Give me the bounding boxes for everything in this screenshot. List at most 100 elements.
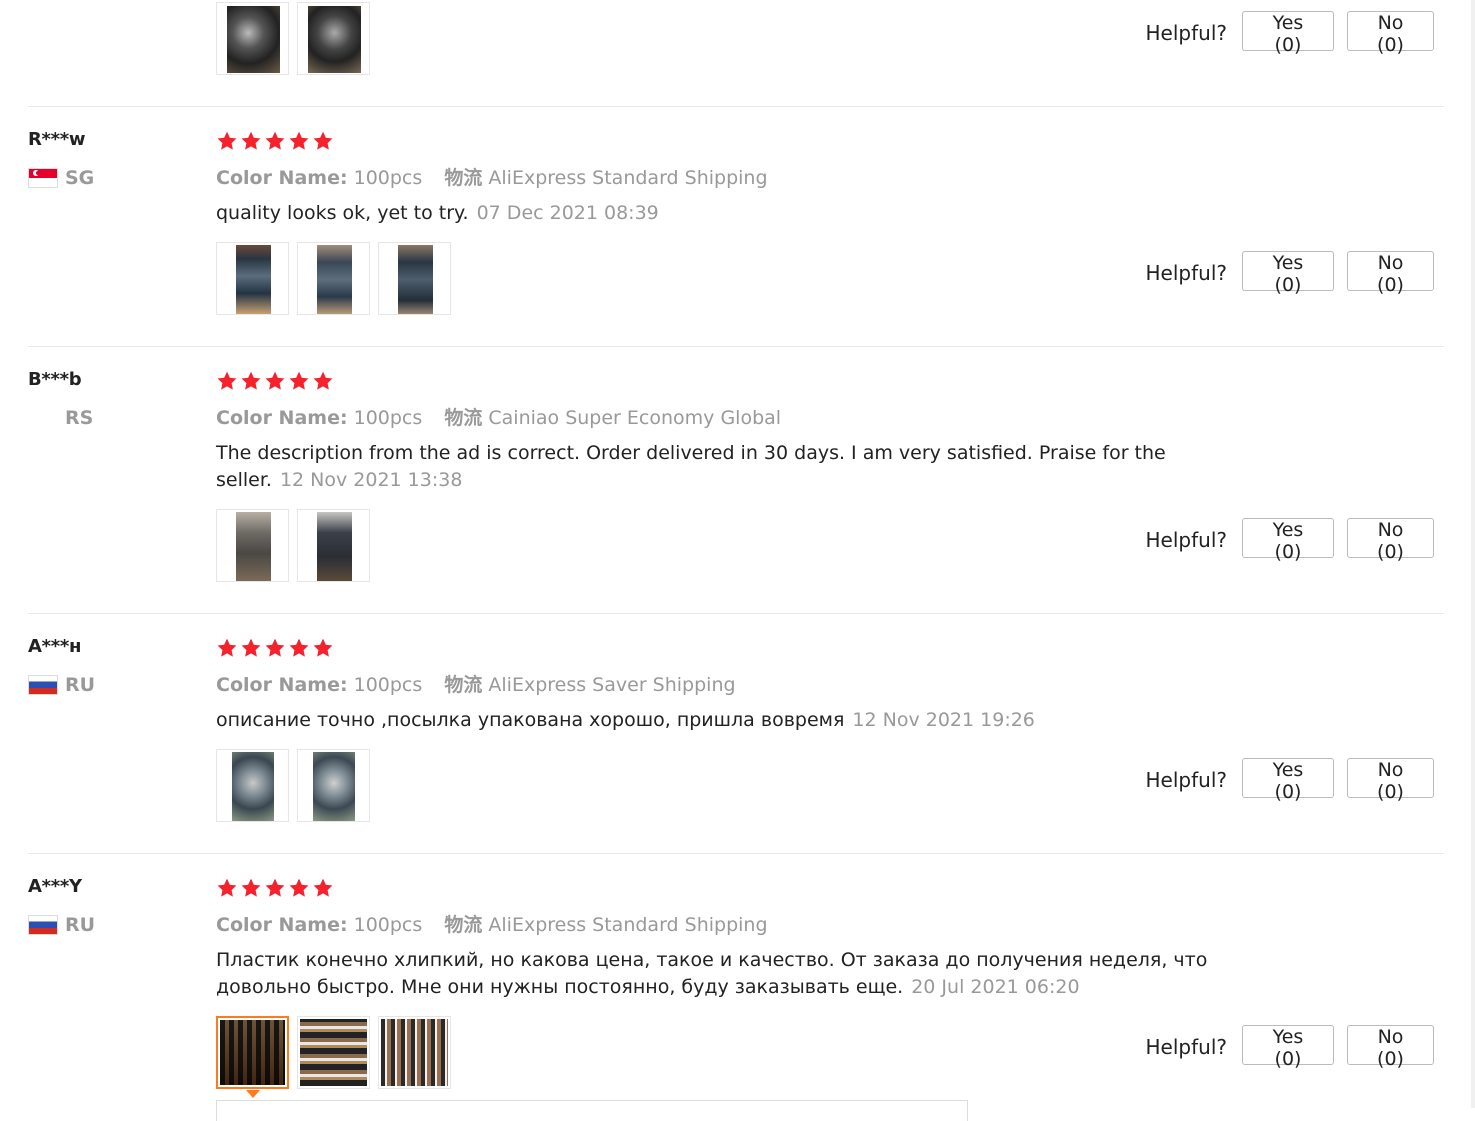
divider: [28, 853, 1444, 854]
helpful-yes-button[interactable]: Yes (0): [1242, 251, 1334, 296]
sg-flag-icon: [28, 168, 58, 188]
review-photo-thumb[interactable]: [216, 2, 289, 75]
review-meta: Color Name: 100pcs 物流 Cainiao Super Econ…: [216, 403, 781, 430]
shipping-value: AliExpress Standard Shipping: [488, 914, 768, 936]
review-body: описание точно ,посылка упакована хорошо…: [216, 709, 845, 731]
ru-flag-icon: [28, 915, 58, 935]
star-icon: [264, 877, 286, 899]
star-icon: [216, 877, 238, 899]
review-photos: [216, 1016, 451, 1098]
review-photos: [216, 242, 451, 315]
color-label: Color Name:: [216, 914, 348, 936]
helpful-no-button[interactable]: No (0): [1347, 1025, 1434, 1070]
star-icon: [288, 877, 310, 899]
divider: [28, 613, 1444, 614]
reviewer-country: RS: [28, 407, 93, 429]
star-icon: [240, 370, 262, 392]
star-icon: [240, 877, 262, 899]
helpful-row: Helpful? Yes (0) No (0): [1145, 11, 1434, 56]
review-photo-thumb[interactable]: [378, 242, 451, 315]
star-rating: [216, 637, 334, 659]
helpful-label: Helpful?: [1145, 768, 1227, 792]
scrollbar[interactable]: [1471, 0, 1475, 1108]
review-photo-thumb[interactable]: [297, 749, 370, 822]
review-date: 07 Dec 2021 08:39: [476, 202, 659, 224]
reviewer-name: B***b: [28, 369, 82, 390]
star-icon: [312, 130, 334, 152]
helpful-yes-button[interactable]: Yes (0): [1242, 11, 1334, 56]
shipping-value: AliExpress Standard Shipping: [488, 167, 768, 189]
star-icon: [264, 130, 286, 152]
review-photo-thumb[interactable]: [297, 2, 370, 75]
country-code: RU: [65, 674, 96, 696]
review-photos: [216, 749, 370, 822]
helpful-no-button[interactable]: No (0): [1347, 518, 1434, 563]
helpful-label: Helpful?: [1145, 528, 1227, 552]
shipping-label: 物流: [444, 674, 483, 696]
helpful-row: Helpful? Yes (0) No (0): [1146, 1025, 1434, 1070]
helpful-yes-button[interactable]: Yes (0): [1242, 518, 1334, 563]
star-icon: [240, 130, 262, 152]
color-value: 100pcs: [353, 167, 423, 189]
color-value: 100pcs: [353, 914, 423, 936]
star-rating: [216, 370, 334, 392]
divider: [28, 346, 1444, 347]
helpful-yes-button[interactable]: Yes (0): [1242, 1025, 1334, 1070]
reviewer-country: RU: [28, 914, 95, 936]
helpful-no-button[interactable]: No (0): [1347, 11, 1434, 56]
star-icon: [288, 637, 310, 659]
shipping-label: 物流: [444, 407, 483, 429]
star-icon: [264, 370, 286, 392]
review-photo-thumb[interactable]: [216, 509, 289, 582]
shipping-value: AliExpress Saver Shipping: [488, 674, 736, 696]
review-date: 20 Jul 2021 06:20: [911, 976, 1080, 998]
helpful-row: Helpful? Yes (0) No (0): [1145, 518, 1434, 563]
reviewer-name: R***w: [28, 129, 86, 150]
shipping-label: 物流: [444, 167, 483, 189]
review-photos: [216, 509, 370, 582]
review-text: quality looks ok, yet to try. 07 Dec 2021…: [216, 200, 1256, 227]
star-rating: [216, 877, 334, 899]
star-icon: [240, 637, 262, 659]
review-photo-thumb[interactable]: [297, 1016, 370, 1089]
color-value: 100pcs: [353, 407, 423, 429]
helpful-row: Helpful? Yes (0) No (0): [1145, 758, 1434, 803]
photo-viewer-box: [216, 1100, 968, 1121]
color-label: Color Name:: [216, 167, 348, 189]
review-photo-thumb[interactable]: [297, 509, 370, 582]
helpful-row: Helpful? Yes (0) No (0): [1145, 251, 1434, 296]
shipping-label: 物流: [444, 914, 483, 936]
helpful-yes-button[interactable]: Yes (0): [1242, 758, 1334, 803]
star-icon: [288, 370, 310, 392]
star-icon: [288, 130, 310, 152]
reviewer-name: A***н: [28, 636, 82, 657]
helpful-no-button[interactable]: No (0): [1347, 251, 1434, 296]
review-body: quality looks ok, yet to try.: [216, 202, 469, 224]
star-icon: [216, 130, 238, 152]
country-code: RS: [65, 407, 94, 429]
divider: [28, 106, 1444, 107]
color-label: Color Name:: [216, 674, 348, 696]
ru-flag-icon: [28, 675, 58, 695]
color-label: Color Name:: [216, 407, 348, 429]
review-date: 12 Nov 2021 13:38: [279, 469, 463, 491]
review-photo-thumb[interactable]: [378, 1016, 451, 1089]
review-photo-thumb-selected[interactable]: [216, 1016, 289, 1098]
shipping-value: Cainiao Super Economy Global: [488, 407, 782, 429]
review-text: описание точно ,посылка упакована хорошо…: [216, 707, 1256, 734]
star-icon: [312, 370, 334, 392]
rs-flag-icon: [28, 408, 58, 428]
reviewer-country: SG: [28, 167, 94, 189]
star-icon: [216, 370, 238, 392]
star-icon: [312, 637, 334, 659]
helpful-label: Helpful?: [1145, 21, 1227, 45]
review-photo-thumb[interactable]: [216, 242, 289, 315]
review-text: The description from the ad is correct. …: [216, 440, 1256, 494]
review-photo-thumb[interactable]: [297, 242, 370, 315]
review-meta: Color Name: 100pcs 物流 AliExpress Standar…: [216, 163, 768, 190]
helpful-no-button[interactable]: No (0): [1347, 758, 1434, 803]
review-meta: Color Name: 100pcs 物流 AliExpress Saver S…: [216, 670, 736, 697]
helpful-label: Helpful?: [1145, 261, 1227, 285]
review-photo-thumb[interactable]: [216, 749, 289, 822]
review-text: Пластик конечно хлипкий, но какова цена,…: [216, 947, 1256, 1001]
